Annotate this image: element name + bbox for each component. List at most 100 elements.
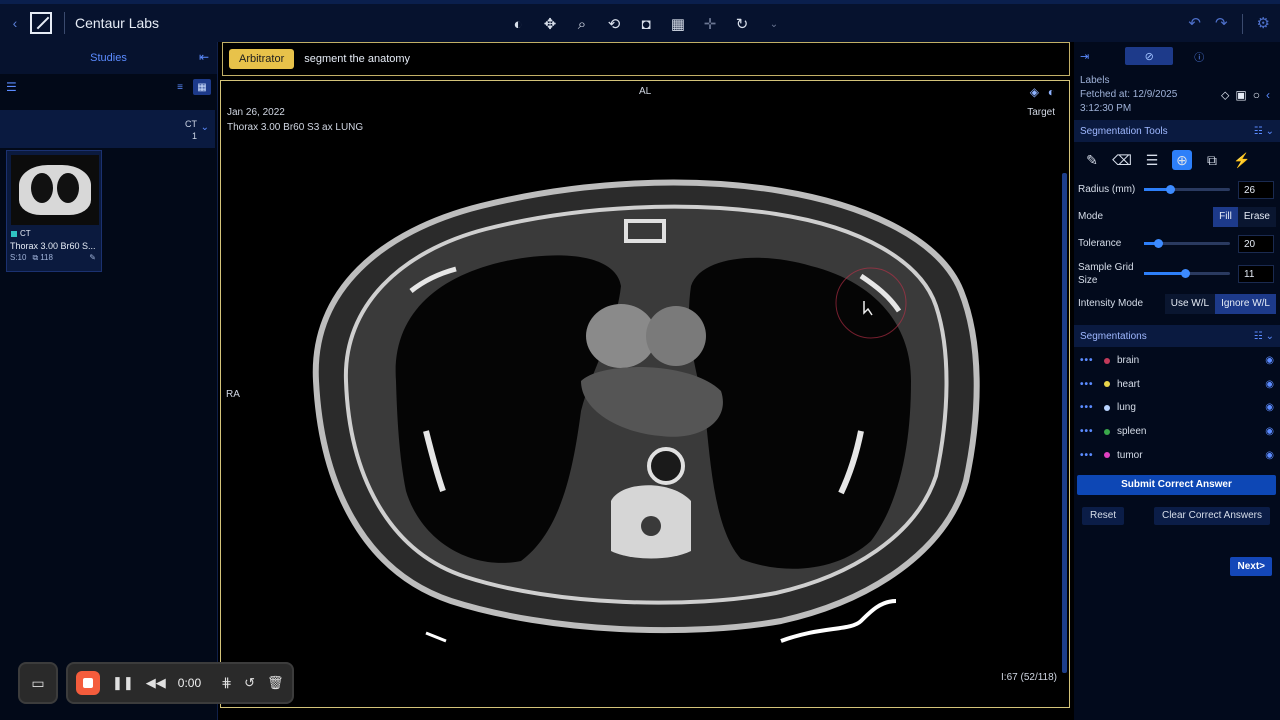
recording-timer: 0:00 <box>177 676 202 690</box>
list-view-icon[interactable]: ≡ <box>171 79 189 95</box>
edit-icon[interactable]: ✎ <box>89 253 96 263</box>
collapse-panel-icon[interactable]: ⇤ <box>199 50 209 64</box>
mode-fill-button[interactable]: Fill <box>1213 206 1238 227</box>
tolerance-slider[interactable] <box>1144 239 1230 248</box>
ignore-wl-button[interactable]: Ignore W/L <box>1215 293 1276 314</box>
filter-icon[interactable]: ☰ <box>6 80 17 94</box>
tolerance-input[interactable]: 20 <box>1238 234 1274 253</box>
undo-icon[interactable]: ↶ <box>1188 14 1201 34</box>
modality-badge: CT <box>7 229 101 238</box>
segment-menu-icon[interactable]: ••• <box>1080 426 1104 437</box>
pause-icon[interactable]: ❚❚ <box>112 675 134 691</box>
segment-menu-icon[interactable]: ••• <box>1080 450 1104 461</box>
stop-recording-button[interactable] <box>76 671 100 695</box>
settings-sliders-icon[interactable]: ☷ ⌄ <box>1254 126 1274 137</box>
use-wl-button[interactable]: Use W/L <box>1164 293 1216 314</box>
threshold-icon[interactable]: ☰ <box>1142 150 1162 170</box>
shapes-icon[interactable]: ⧉ <box>1202 150 1222 170</box>
series-meta: S:10 ⧉ 118 ✎ <box>7 251 101 263</box>
segment-row-lung[interactable]: ••• lung ◉ <box>1074 396 1280 420</box>
studies-toolbar: ☰ ≡ ▦ <box>0 74 217 100</box>
tab-segmentation[interactable]: ⊘ <box>1125 47 1174 65</box>
segment-row-brain[interactable]: ••• brain ◉ <box>1074 349 1280 373</box>
camera-toggle-icon[interactable]: ▭ <box>18 662 58 704</box>
radius-input[interactable]: 26 <box>1238 180 1274 199</box>
reset-button[interactable]: Reset <box>1082 506 1125 525</box>
contrast-toggle-icon[interactable]: ◐ <box>1048 85 1055 99</box>
brush-icon[interactable]: ✎ <box>1082 150 1102 170</box>
tag-icon[interactable]: ⬦ <box>1221 88 1229 102</box>
visibility-eye-icon[interactable]: ◉ <box>1265 379 1274 390</box>
segmentation-tools-header[interactable]: Segmentation Tools ☷ ⌄ <box>1074 120 1280 142</box>
chevron-down-icon[interactable]: ⌄ <box>764 14 784 34</box>
visibility-eye-icon[interactable]: ◉ <box>1265 450 1274 461</box>
series-number: S:10 <box>10 253 27 262</box>
segment-color-swatch <box>1104 452 1110 459</box>
screen-recorder-bar: ▭ ❚❚ ◀◀ 0:00 ⋕ ↺ 🗑 <box>18 662 294 704</box>
recorder-controls: ❚❚ ◀◀ 0:00 ⋕ ↺ 🗑 <box>66 662 294 704</box>
labels-section: Labels Fetched at: 12/9/2025 3:12:30 PM … <box>1074 70 1280 120</box>
eraser-icon[interactable]: ⌫ <box>1112 150 1132 170</box>
task-prompt: segment the anatomy <box>304 53 411 65</box>
segment-row-tumor[interactable]: ••• tumor ◉ <box>1074 443 1280 467</box>
settings-gear-icon[interactable]: ⚙ <box>1257 14 1270 34</box>
sample-grid-input[interactable]: 11 <box>1238 264 1274 283</box>
visibility-eye-icon[interactable]: ◉ <box>1265 355 1274 366</box>
visibility-eye-icon[interactable]: ◉ <box>1265 426 1274 437</box>
delete-icon[interactable]: 🗑 <box>267 675 284 691</box>
sample-grid-control: Sample Grid Size 11 <box>1074 257 1280 290</box>
segmentation-list: ••• brain ◉ ••• heart ◉ ••• lung ◉ ••• spleen ◉ ••• t… <box>1074 347 1280 469</box>
orientation-left: RA <box>226 389 240 400</box>
slice-scrollbar[interactable] <box>1062 173 1067 673</box>
layout-icon[interactable]: ▦ <box>668 14 688 34</box>
segment-row-heart[interactable]: ••• heart ◉ <box>1074 373 1280 397</box>
segment-row-spleen[interactable]: ••• spleen ◉ <box>1074 420 1280 444</box>
rewind-icon[interactable]: ◀◀ <box>146 675 166 691</box>
role-badge: Arbitrator <box>229 49 295 69</box>
mode-label: Mode <box>1078 211 1104 222</box>
zoom-icon[interactable]: ⌕ <box>572 14 592 34</box>
segment-name: spleen <box>1117 426 1147 438</box>
chevron-down-icon[interactable]: ⌄ <box>201 122 209 133</box>
comment-add-icon[interactable]: ▣ <box>1235 88 1246 102</box>
tab-info[interactable]: ⓘ <box>1175 47 1223 65</box>
camera-icon[interactable]: ◘ <box>636 14 656 34</box>
settings-sliders-icon[interactable]: ☷ ⌄ <box>1254 331 1274 342</box>
segment-color-swatch <box>1104 381 1110 388</box>
clear-correct-answers-button[interactable]: Clear Correct Answers <box>1153 506 1270 525</box>
chevron-left-icon[interactable]: ‹ <box>1266 88 1270 102</box>
series-thumbnail-image <box>11 155 99 225</box>
radius-control: Radius (mm) 26 <box>1074 176 1280 203</box>
segment-menu-icon[interactable]: ••• <box>1080 379 1104 390</box>
segment-menu-icon[interactable]: ••• <box>1080 402 1104 413</box>
pan-icon[interactable]: ✥ <box>540 14 560 34</box>
ct-scan-image[interactable] <box>221 81 1070 708</box>
segmentations-header[interactable]: Segmentations ☷ ⌄ <box>1074 325 1280 347</box>
visibility-eye-icon[interactable]: ◉ <box>1265 402 1274 413</box>
redo-icon[interactable]: ↷ <box>1215 14 1228 34</box>
mode-erase-button[interactable]: Erase <box>1237 206 1276 227</box>
next-button[interactable]: Next> <box>1230 557 1272 576</box>
grid-view-icon[interactable]: ▦ <box>193 79 211 95</box>
reset-icon[interactable]: ↻ <box>732 14 752 34</box>
sample-grid-slider[interactable] <box>1144 269 1230 278</box>
image-viewport[interactable]: Jan 26, 2022 Thorax 3.00 Br60 S3 ax LUNG… <box>220 80 1070 708</box>
radius-slider[interactable] <box>1144 185 1230 194</box>
restart-icon[interactable]: ↺ <box>244 675 255 691</box>
contrast-icon[interactable]: ◐ <box>508 14 528 34</box>
instance-count: 118 <box>40 253 53 262</box>
modality-group[interactable]: CT 1 ⌄ <box>0 110 215 148</box>
segment-menu-icon[interactable]: ••• <box>1080 355 1104 366</box>
back-icon[interactable]: ‹ <box>0 15 30 31</box>
auto-segment-icon[interactable]: ⚡ <box>1232 150 1252 170</box>
grid-icon[interactable]: ⋕ <box>221 675 232 691</box>
crosshair-icon[interactable]: ✛ <box>700 14 720 34</box>
submit-correct-answer-button[interactable]: Submit Correct Answer <box>1077 474 1276 495</box>
rotate-3d-icon[interactable]: ⟲ <box>604 14 624 34</box>
layers-icon[interactable]: ◈ <box>1030 85 1039 99</box>
region-grow-icon[interactable]: ⊕ <box>1172 150 1192 170</box>
series-thumbnail-card[interactable]: CT Thorax 3.00 Br60 S... S:10 ⧉ 118 ✎ <box>6 150 102 272</box>
expand-panel-icon[interactable]: ⇥ <box>1080 50 1089 63</box>
top-bar: ‹ Centaur Labs ◐ ✥ ⌕ ⟲ ◘ ▦ ✛ ↻ ⌄ ↶ ↷ ⚙ <box>0 0 1280 42</box>
chat-icon[interactable]: ○ <box>1253 88 1260 102</box>
